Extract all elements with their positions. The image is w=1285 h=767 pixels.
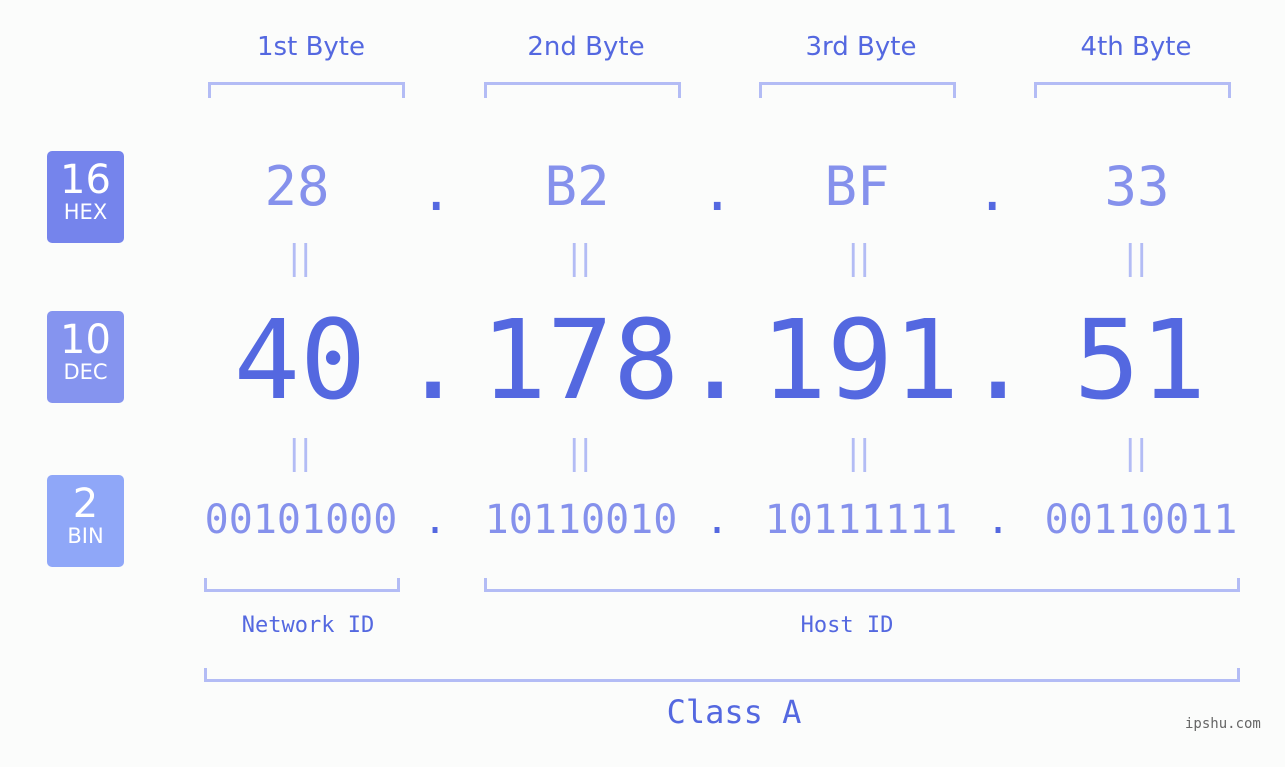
- byte-bracket-1: [208, 82, 405, 98]
- dec-base: 10: [60, 317, 111, 363]
- byte-bracket-4: [1034, 82, 1231, 98]
- hex-badge: 16 HEX: [47, 151, 124, 243]
- bin-dot-2: .: [705, 497, 730, 543]
- network-id-bracket: [204, 578, 400, 592]
- network-id-label: Network ID: [241, 613, 375, 638]
- byte-header-2: 2nd Byte: [527, 32, 645, 62]
- byte-header-3: 3rd Byte: [805, 32, 917, 62]
- hex-byte-1: 28: [264, 155, 330, 218]
- bin-label: BIN: [67, 524, 104, 548]
- hex-byte-2: B2: [544, 155, 610, 218]
- byte-bracket-2: [484, 82, 681, 98]
- bin-byte-4: 00110011: [1044, 497, 1238, 543]
- hex-dot-2: .: [701, 160, 734, 223]
- equals-hex-dec-4: ||: [1124, 238, 1148, 278]
- bin-byte-2: 10110010: [484, 497, 678, 543]
- dec-byte-3: 191: [760, 296, 960, 424]
- hex-dot-1: .: [420, 160, 453, 223]
- class-label: Class A: [666, 693, 802, 731]
- hex-dot-3: .: [976, 160, 1009, 223]
- watermark: ipshu.com: [1185, 716, 1261, 732]
- bin-base: 2: [72, 481, 99, 527]
- byte-bracket-3: [759, 82, 956, 98]
- class-bracket: [204, 668, 1240, 682]
- host-id-bracket: [484, 578, 1240, 592]
- hex-byte-3: BF: [824, 155, 890, 218]
- bin-dot-1: .: [423, 497, 448, 543]
- equals-dec-bin-3: ||: [847, 433, 871, 473]
- bin-byte-1: 00101000: [204, 497, 398, 543]
- host-id-label: Host ID: [800, 613, 894, 638]
- byte-header-4: 4th Byte: [1080, 32, 1192, 62]
- equals-dec-bin-1: ||: [288, 433, 312, 473]
- dec-dot-3: .: [965, 296, 1032, 424]
- equals-hex-dec-1: ||: [288, 238, 312, 278]
- dec-dot-2: .: [682, 296, 749, 424]
- dec-byte-4: 51: [1073, 296, 1207, 424]
- equals-dec-bin-4: ||: [1124, 433, 1148, 473]
- bin-byte-3: 10111111: [764, 497, 958, 543]
- hex-label: HEX: [63, 200, 108, 224]
- hex-base: 16: [60, 157, 111, 203]
- equals-dec-bin-2: ||: [568, 433, 592, 473]
- byte-header-1: 1st Byte: [257, 32, 365, 62]
- dec-badge: 10 DEC: [47, 311, 124, 403]
- equals-hex-dec-2: ||: [568, 238, 592, 278]
- hex-byte-4: 33: [1104, 155, 1170, 218]
- dec-label: DEC: [63, 360, 108, 384]
- bin-dot-3: .: [986, 497, 1011, 543]
- dec-dot-1: .: [400, 296, 467, 424]
- bin-badge: 2 BIN: [47, 475, 124, 567]
- equals-hex-dec-3: ||: [847, 238, 871, 278]
